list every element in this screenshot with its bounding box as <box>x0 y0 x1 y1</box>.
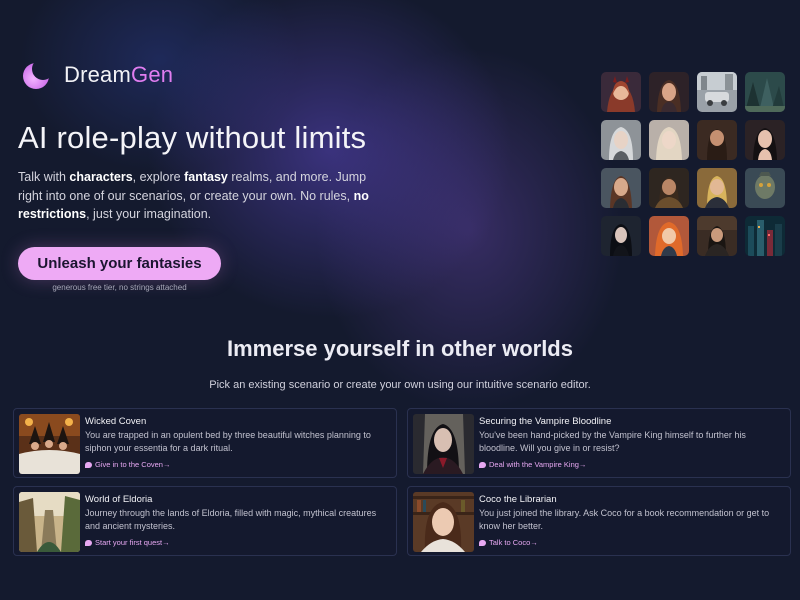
brand-name-part-2: Gen <box>131 62 174 87</box>
gallery-tile-cyborg[interactable] <box>745 168 785 208</box>
scenario-title: Securing the Vampire Bloodline <box>479 416 612 427</box>
scenario-link[interactable]: Talk to Coco→ <box>479 538 538 547</box>
scenario-link-label: Deal with the Vampire King→ <box>489 460 587 469</box>
gallery-tile-man-in-library[interactable] <box>697 216 737 256</box>
scenario-thumbnail <box>413 492 474 552</box>
gallery-tile-woman-2[interactable] <box>601 168 641 208</box>
gallery-tile-blonde-woman[interactable] <box>649 120 689 160</box>
scenario-link-label: Give in to the Coven→ <box>95 460 171 469</box>
brand-logo[interactable]: DreamGen <box>22 60 173 90</box>
intro-segment-bold: characters <box>69 170 133 184</box>
scenarios-title: Immerse yourself in other worlds <box>227 336 573 361</box>
gallery-tile-dark-hair-woman[interactable] <box>745 120 785 160</box>
scenario-title: World of Eldoria <box>85 494 153 505</box>
gallery-tile-goth-girl[interactable] <box>601 216 641 256</box>
scenario-description: You are trapped in an opulent bed by thr… <box>85 430 371 453</box>
scenarios-subtitle: Pick an existing scenario or create your… <box>209 379 591 391</box>
gallery-tile-neon-city[interactable] <box>745 216 785 256</box>
chat-icon <box>479 539 486 546</box>
hero-headline: AI role-play without limits <box>18 120 367 155</box>
gallery-tile-elf[interactable] <box>601 120 641 160</box>
scenario-thumbnail <box>19 414 80 474</box>
gallery-tile-demon-girl[interactable] <box>601 72 641 112</box>
scenario-description: You've been hand-picked by the Vampire K… <box>479 430 746 453</box>
chat-icon <box>479 461 486 468</box>
scenario-description: Journey through the lands of Eldoria, fi… <box>85 508 377 531</box>
gallery-tile-bearded-man[interactable] <box>697 120 737 160</box>
scenario-title: Coco the Librarian <box>479 494 557 505</box>
scenario-link[interactable]: Deal with the Vampire King→ <box>479 460 586 469</box>
gallery-tile-blonde-man[interactable] <box>697 168 737 208</box>
gallery-tile-woman[interactable] <box>649 72 689 112</box>
cta-note: generous free tier, no strings attached <box>52 283 187 292</box>
scenario-link[interactable]: Start your first quest→ <box>85 538 170 547</box>
intro-segment: , explore <box>132 170 185 184</box>
scenario-card-world-of-eldoria[interactable]: World of Eldoria Journey through the lan… <box>13 486 397 556</box>
intro-segment: , just your imagination. <box>86 207 212 221</box>
scenario-link[interactable]: Give in to the Coven→ <box>85 460 170 469</box>
intro-segment: Talk with <box>18 170 70 184</box>
scenario-thumbnail <box>413 414 474 474</box>
scenario-link-label: Start your first quest→ <box>95 538 170 547</box>
brand-name-part-1: Dream <box>64 62 132 87</box>
character-gallery <box>601 72 785 256</box>
gallery-tile-red-hair-girl[interactable] <box>649 216 689 256</box>
intro-segment-bold: fantasy <box>184 170 228 184</box>
gallery-tile-warrior-man[interactable] <box>649 168 689 208</box>
scenario-thumbnail <box>19 492 80 552</box>
gallery-tile-forest[interactable] <box>745 72 785 112</box>
scenario-link-label: Talk to Coco→ <box>489 538 538 547</box>
scenario-title: Wicked Coven <box>85 416 147 427</box>
brand-name: DreamGen <box>64 62 173 88</box>
chat-icon <box>85 539 92 546</box>
unleash-fantasies-button[interactable]: Unleash your fantasies <box>18 247 221 280</box>
scenario-card-wicked-coven[interactable]: Wicked Coven You are trapped in an opule… <box>13 408 397 478</box>
hero-intro: Talk with characters, explore fantasy re… <box>18 168 388 224</box>
moon-icon <box>22 60 52 90</box>
gallery-tile-ruined-car[interactable] <box>697 72 737 112</box>
chat-icon <box>85 461 92 468</box>
scenario-description: You just joined the library. Ask Coco fo… <box>479 508 770 531</box>
scenario-card-vampire-bloodline[interactable]: Securing the Vampire Bloodline You've be… <box>407 408 791 478</box>
scenario-card-coco-the-librarian[interactable]: Coco the Librarian You just joined the l… <box>407 486 791 556</box>
